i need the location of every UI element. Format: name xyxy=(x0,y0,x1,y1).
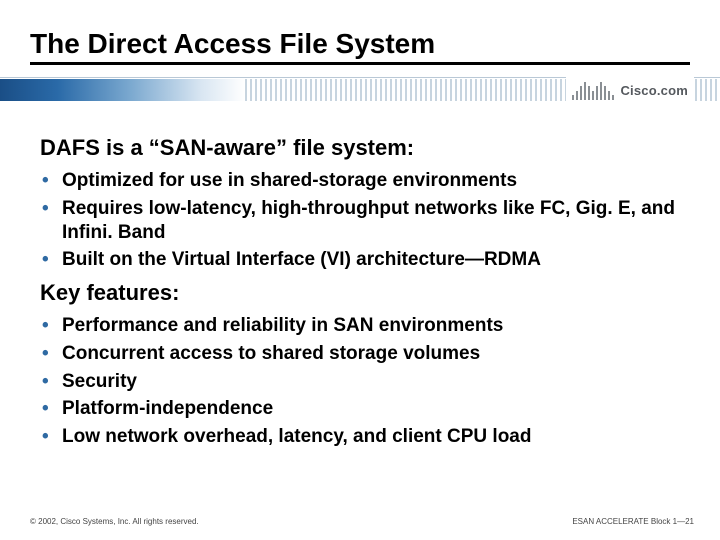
bullet-item: Built on the Virtual Interface (VI) arch… xyxy=(40,248,688,272)
bullet-item: Platform-independence xyxy=(40,397,688,421)
bullet-item: Low network overhead, latency, and clien… xyxy=(40,425,688,449)
bullet-item: Security xyxy=(40,370,688,394)
section1-heading: DAFS is a “SAN-aware” file system: xyxy=(40,135,688,161)
copyright-text: © 2002, Cisco Systems, Inc. All rights r… xyxy=(30,517,199,526)
footer: © 2002, Cisco Systems, Inc. All rights r… xyxy=(30,517,694,526)
slide-title: The Direct Access File System xyxy=(30,28,690,65)
bullet-item: Requires low-latency, high-throughput ne… xyxy=(40,197,688,245)
cisco-logo-icon xyxy=(572,80,614,100)
slide: The Direct Access File System Cisco.com … xyxy=(0,0,720,540)
bullet-item: Optimized for use in shared-storage envi… xyxy=(40,169,688,193)
section2-bullets: Performance and reliability in SAN envir… xyxy=(40,314,688,449)
slide-reference: ESAN ACCELERATE Block 1—21 xyxy=(572,517,694,526)
section2-heading: Key features: xyxy=(40,280,688,306)
cisco-logo-text: Cisco.com xyxy=(620,83,688,98)
title-zone: The Direct Access File System xyxy=(0,0,720,71)
section1-bullets: Optimized for use in shared-storage envi… xyxy=(40,169,688,272)
bullet-item: Concurrent access to shared storage volu… xyxy=(40,342,688,366)
divider-band: Cisco.com xyxy=(0,73,720,107)
content-area: DAFS is a “SAN-aware” file system: Optim… xyxy=(0,107,720,449)
cisco-logo: Cisco.com xyxy=(566,77,694,103)
bullet-item: Performance and reliability in SAN envir… xyxy=(40,314,688,338)
